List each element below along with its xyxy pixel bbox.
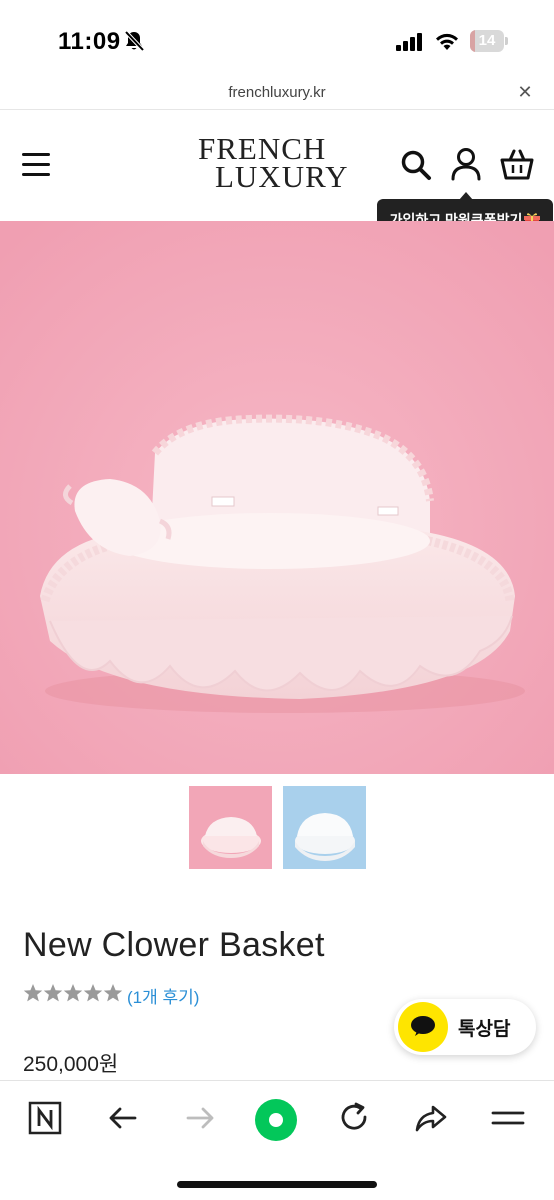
status-bar: 11:09 14 xyxy=(0,0,554,80)
review-count-link[interactable]: (1개 후기) xyxy=(127,983,199,1008)
battery-text: 14 xyxy=(478,32,496,49)
thumbnail-strip xyxy=(0,774,554,894)
home-indicator xyxy=(177,1181,377,1188)
menu-icon[interactable] xyxy=(22,153,50,177)
kakao-chat-icon xyxy=(411,1016,435,1036)
green-home-icon[interactable] xyxy=(254,1098,298,1142)
signal-icon xyxy=(396,33,422,51)
bell-slash-icon xyxy=(124,30,145,52)
star-icon xyxy=(23,984,43,1002)
naver-n-icon[interactable] xyxy=(27,1100,63,1136)
back-arrow-icon[interactable] xyxy=(105,1100,141,1136)
battery-indicator: 14 xyxy=(470,30,508,52)
logo-line2: LUXURY xyxy=(215,159,349,194)
product-price: 250,000원 xyxy=(23,1053,119,1076)
kakao-chat-label: 톡상담 xyxy=(458,1019,511,1040)
cart-icon[interactable] xyxy=(500,147,534,181)
share-icon[interactable] xyxy=(413,1100,449,1136)
product-title: New Clower Basket xyxy=(23,926,325,964)
star-icon xyxy=(43,984,63,1002)
site-logo[interactable]: FRENCH LUXURY xyxy=(190,129,360,203)
user-icon[interactable] xyxy=(450,147,482,181)
reload-icon[interactable] xyxy=(336,1100,372,1136)
search-icon[interactable] xyxy=(400,149,432,181)
kakao-chat-button[interactable]: 톡상담 xyxy=(394,999,536,1055)
product-hero-image[interactable] xyxy=(0,221,554,774)
wifi-icon xyxy=(436,33,458,50)
forward-arrow-icon[interactable] xyxy=(182,1100,218,1136)
close-icon[interactable]: ✕ xyxy=(515,82,535,102)
status-time: 11:09 xyxy=(58,28,121,55)
star-icon xyxy=(103,984,123,1002)
star-icon xyxy=(63,984,83,1002)
url-text[interactable]: frenchluxury.kr xyxy=(0,84,554,101)
browser-toolbar xyxy=(0,1080,554,1200)
pet-bed-illustration xyxy=(0,221,554,774)
thumbnail-pink[interactable] xyxy=(189,786,272,869)
star-icon xyxy=(83,984,103,1002)
url-bar[interactable]: frenchluxury.kr ✕ xyxy=(0,80,554,110)
thumbnail-blue[interactable] xyxy=(283,786,366,869)
menu-lines-icon[interactable] xyxy=(490,1100,526,1136)
